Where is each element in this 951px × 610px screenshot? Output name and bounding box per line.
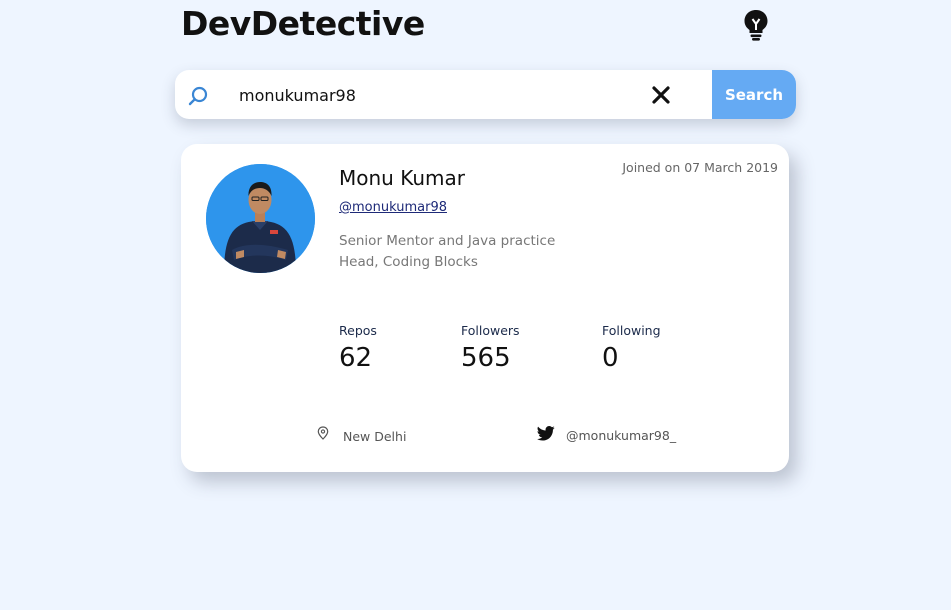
search-button[interactable]: Search xyxy=(712,70,796,119)
stat-following: Following 0 xyxy=(602,323,661,373)
twitter-handle: @monukumar98_ xyxy=(566,428,677,443)
stat-repos: Repos 62 xyxy=(339,323,377,373)
stat-repos-value: 62 xyxy=(339,343,373,373)
theme-toggle-button[interactable] xyxy=(742,9,770,41)
profile-card: Monu Kumar Joined on 07 March 2019 @monu… xyxy=(181,144,789,472)
profile-name: Monu Kumar xyxy=(339,166,465,190)
app-title: DevDetective xyxy=(181,4,425,43)
stat-following-value: 0 xyxy=(602,343,619,373)
location-text: New Delhi xyxy=(343,429,407,444)
stat-followers-label: Followers xyxy=(461,323,520,338)
lightbulb-icon xyxy=(744,10,768,41)
avatar-image xyxy=(206,164,315,273)
search-input[interactable] xyxy=(239,78,629,112)
stat-followers: Followers 565 xyxy=(461,323,520,373)
search-bar: Search xyxy=(175,70,796,119)
stat-followers-value: 565 xyxy=(461,343,511,373)
twitter-icon xyxy=(537,426,555,441)
joined-date: Joined on 07 March 2019 xyxy=(622,160,778,175)
avatar xyxy=(206,164,315,273)
stat-repos-label: Repos xyxy=(339,323,377,338)
close-icon[interactable] xyxy=(651,85,671,105)
stat-following-label: Following xyxy=(602,323,661,338)
profile-handle-link[interactable]: @monukumar98 xyxy=(339,200,447,215)
location-pin-icon xyxy=(317,426,329,440)
profile-bio: Senior Mentor and Java practice Head, Co… xyxy=(339,233,556,270)
search-icon xyxy=(188,86,208,106)
